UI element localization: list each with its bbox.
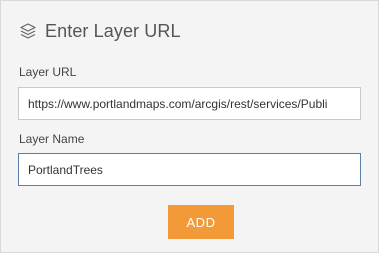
panel-header: Enter Layer URL [19,19,181,43]
layer-url-label: Layer URL [19,65,77,79]
layer-name-label: Layer Name [19,132,85,146]
layer-name-input[interactable] [18,153,361,186]
enter-layer-url-panel: Enter Layer URL Layer URL Layer Name ADD [0,0,379,253]
add-button[interactable]: ADD [168,205,234,239]
layer-url-input[interactable] [18,87,361,120]
panel-title: Enter Layer URL [45,20,181,41]
layers-icon [19,22,37,40]
